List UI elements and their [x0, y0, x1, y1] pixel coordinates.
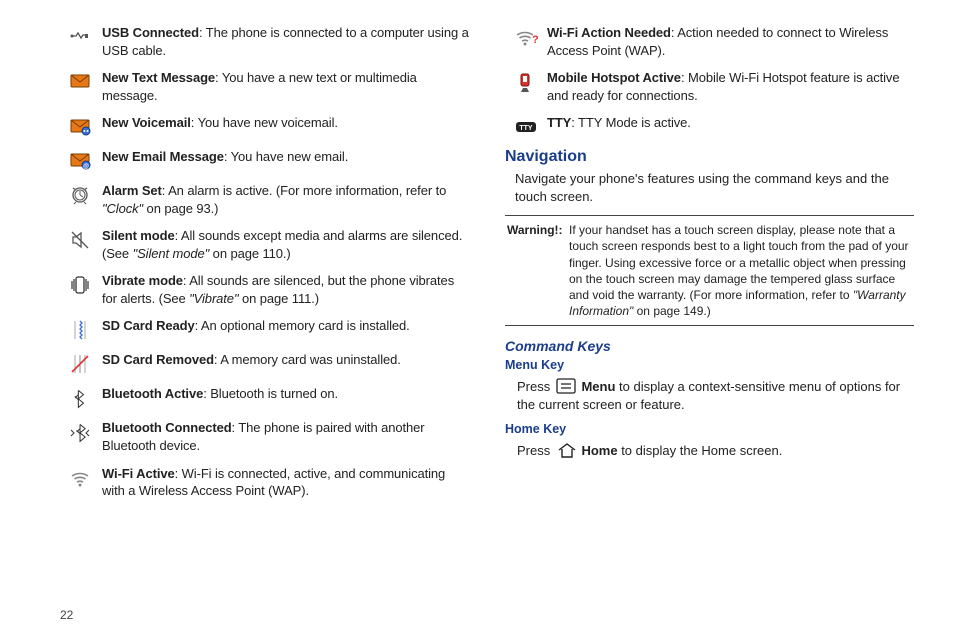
tty-icon — [505, 114, 547, 138]
warning-label: Warning!: — [505, 222, 569, 319]
notification-text: New Email Message: You have new email. — [102, 148, 469, 166]
manual-page: USB Connected: The phone is connected to… — [0, 0, 954, 636]
notification-text: New Voicemail: You have new voicemail. — [102, 114, 469, 132]
navigation-text: Navigate your phone's features using the… — [515, 170, 914, 205]
home-key-icon — [556, 440, 576, 458]
silent-icon — [60, 227, 102, 251]
wifi-icon — [60, 465, 102, 489]
sd-in-icon — [60, 317, 102, 341]
notification-text: New Text Message: You have a new text or… — [102, 69, 469, 104]
notification-text: Vibrate mode: All sounds are silenced, b… — [102, 272, 469, 307]
notification-row: TTY: TTY Mode is active. — [505, 114, 914, 138]
warning-body: If your handset has a touch screen displ… — [569, 222, 914, 319]
menu-key-icon — [556, 376, 576, 394]
wifi-q-icon — [505, 24, 547, 48]
alarm-icon — [60, 182, 102, 206]
notification-text: TTY: TTY Mode is active. — [547, 114, 914, 132]
bt-conn-icon — [60, 419, 102, 443]
left-column: USB Connected: The phone is connected to… — [60, 24, 469, 626]
notification-text: Mobile Hotspot Active: Mobile Wi-Fi Hots… — [547, 69, 914, 104]
notification-text: USB Connected: The phone is connected to… — [102, 24, 469, 59]
notification-text: Wi-Fi Action Needed: Action needed to co… — [547, 24, 914, 59]
right-column: Wi-Fi Action Needed: Action needed to co… — [505, 24, 914, 626]
home-key-text: Press Home to display the Home screen. — [517, 440, 914, 460]
envelope-icon — [60, 69, 102, 93]
menu-key-heading: Menu Key — [505, 358, 914, 372]
bt-icon — [60, 385, 102, 409]
notification-row: SD Card Removed: A memory card was unins… — [60, 351, 469, 375]
notification-row: Silent mode: All sounds except media and… — [60, 227, 469, 262]
warning-box: Warning!: If your handset has a touch sc… — [505, 215, 914, 326]
notification-row: SD Card Ready: An optional memory card i… — [60, 317, 469, 341]
page-number: 22 — [60, 608, 73, 622]
notification-row: Vibrate mode: All sounds are silenced, b… — [60, 272, 469, 307]
navigation-heading: Navigation — [505, 148, 914, 166]
notification-row: New Text Message: You have a new text or… — [60, 69, 469, 104]
env-tape-icon — [60, 114, 102, 138]
command-keys-heading: Command Keys — [505, 338, 914, 354]
notification-row: New Voicemail: You have new voicemail. — [60, 114, 469, 138]
notification-row: Bluetooth Active: Bluetooth is turned on… — [60, 385, 469, 409]
notification-row: New Email Message: You have new email. — [60, 148, 469, 172]
menu-key-text: Press Menu to display a context-sensitiv… — [517, 376, 914, 413]
notification-row: Wi-Fi Action Needed: Action needed to co… — [505, 24, 914, 59]
notification-text: SD Card Removed: A memory card was unins… — [102, 351, 469, 369]
usb-icon — [60, 24, 102, 48]
notification-text: SD Card Ready: An optional memory card i… — [102, 317, 469, 335]
notification-row: Wi-Fi Active: Wi-Fi is connected, active… — [60, 465, 469, 500]
sd-out-icon — [60, 351, 102, 375]
hotspot-icon — [505, 69, 547, 93]
notification-text: Silent mode: All sounds except media and… — [102, 227, 469, 262]
notification-text: Alarm Set: An alarm is active. (For more… — [102, 182, 469, 217]
env-at-icon — [60, 148, 102, 172]
notification-row: USB Connected: The phone is connected to… — [60, 24, 469, 59]
notification-row: Alarm Set: An alarm is active. (For more… — [60, 182, 469, 217]
vibrate-icon — [60, 272, 102, 296]
home-key-heading: Home Key — [505, 422, 914, 436]
notification-text: Bluetooth Connected: The phone is paired… — [102, 419, 469, 454]
notification-text: Wi-Fi Active: Wi-Fi is connected, active… — [102, 465, 469, 500]
notification-row: Mobile Hotspot Active: Mobile Wi-Fi Hots… — [505, 69, 914, 104]
notification-text: Bluetooth Active: Bluetooth is turned on… — [102, 385, 469, 403]
notification-row: Bluetooth Connected: The phone is paired… — [60, 419, 469, 454]
